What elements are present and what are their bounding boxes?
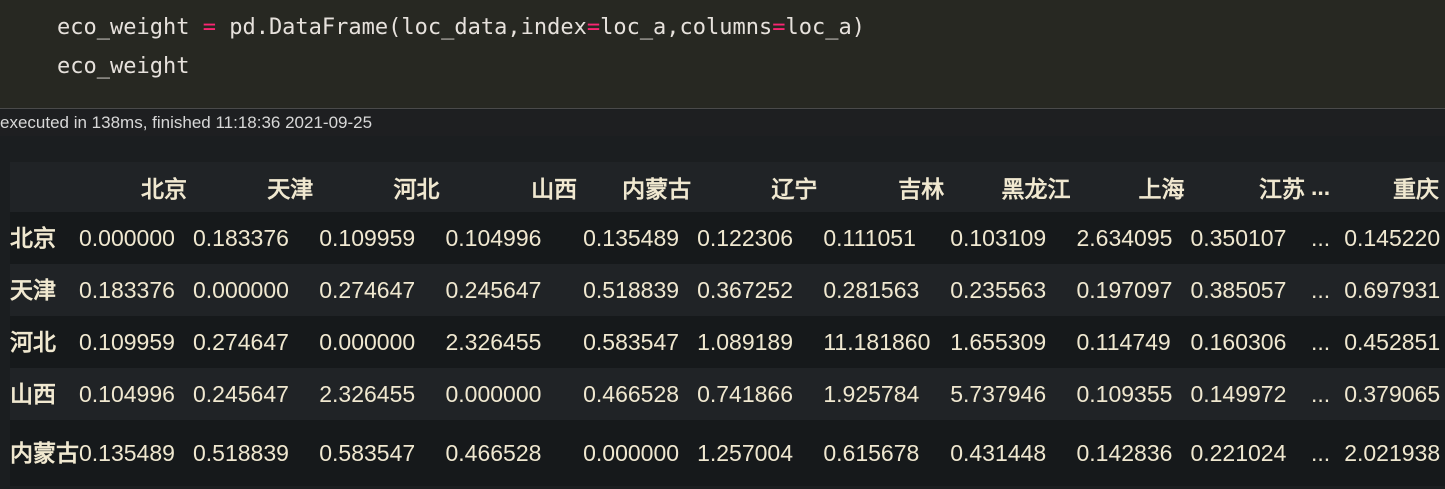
table-cell: 1.925784 bbox=[823, 380, 920, 407]
code-operator: = bbox=[772, 15, 786, 40]
table-cell: 0.245647 bbox=[445, 276, 542, 303]
index-header bbox=[10, 162, 79, 212]
table-cell: 0.103109 bbox=[950, 224, 1047, 251]
table-cell: 0.000000 bbox=[192, 276, 289, 303]
dataframe-table: 北京 天津 河北 山西 内蒙古 辽宁 吉林 黑龙江 上海 江苏 ... 重庆 北… bbox=[10, 162, 1445, 486]
row-index-label: 河北 bbox=[10, 328, 56, 355]
table-cell: 0.615678 bbox=[823, 439, 920, 466]
table-cell: 0.135489 bbox=[79, 439, 175, 466]
table-cell: 1.257004 bbox=[697, 439, 794, 466]
table-cell: 0.741866 bbox=[697, 380, 794, 407]
table-cell: 0.000000 bbox=[79, 224, 175, 251]
table-cell: 0.367252 bbox=[697, 276, 794, 303]
table-cell: 0.000000 bbox=[445, 380, 542, 407]
table-cell: 0.281563 bbox=[823, 276, 920, 303]
table-cell: 5.737946 bbox=[950, 380, 1047, 407]
table-row: 山西 0.104996 0.245647 2.326455 0.000000 0.4665… bbox=[10, 368, 1445, 420]
table-cell: 0.114749 bbox=[1076, 328, 1171, 355]
table-cell: 0.160306 bbox=[1190, 328, 1287, 355]
table-cell: 0.697931 bbox=[1344, 276, 1441, 303]
column-header: 重庆 bbox=[1393, 176, 1439, 202]
table-cell: 0.235563 bbox=[950, 276, 1047, 303]
table-cell: 0.183376 bbox=[79, 276, 175, 303]
code-line-2: eco_weight bbox=[57, 54, 190, 79]
table-cell: 0.431448 bbox=[950, 439, 1047, 466]
column-header: 江苏 bbox=[1259, 176, 1306, 202]
cell-output: 北京 天津 河北 山西 内蒙古 辽宁 吉林 黑龙江 上海 江苏 ... 重庆 北… bbox=[0, 136, 1445, 489]
table-cell: 0.145220 bbox=[1344, 224, 1441, 251]
table-cell-ellipsis: ... bbox=[1311, 276, 1331, 303]
column-header: 天津 bbox=[267, 176, 314, 202]
row-index-label: 天津 bbox=[10, 276, 56, 303]
table-cell: 0.221024 bbox=[1190, 439, 1287, 466]
column-header: 内蒙古 bbox=[622, 176, 692, 202]
table-cell: 0.583547 bbox=[319, 439, 416, 466]
column-header: 河北 bbox=[393, 176, 440, 202]
row-index-label: 内蒙古 bbox=[10, 439, 79, 466]
table-cell: 0.142836 bbox=[1076, 439, 1173, 466]
table-cell: 0.518839 bbox=[583, 276, 680, 303]
row-index-label: 山西 bbox=[10, 380, 56, 407]
code-token: loc_a) bbox=[785, 15, 865, 40]
table-header-row: 北京 天津 河北 山西 内蒙古 辽宁 吉林 黑龙江 上海 江苏 ... 重庆 bbox=[10, 162, 1445, 212]
table-cell-ellipsis: ... bbox=[1311, 328, 1331, 355]
column-header: 北京 bbox=[140, 176, 187, 202]
table-cell-ellipsis: ... bbox=[1311, 439, 1331, 466]
table-cell: 0.274647 bbox=[192, 328, 289, 355]
table-cell: 0.583547 bbox=[583, 328, 680, 355]
column-header: 上海 bbox=[1138, 176, 1185, 202]
table-cell: 0.274647 bbox=[319, 276, 416, 303]
code-token: loc_a,columns bbox=[600, 15, 773, 40]
table-cell: 0.104996 bbox=[79, 380, 175, 407]
table-cell: 2.326455 bbox=[319, 380, 416, 407]
column-header: 山西 bbox=[531, 176, 578, 202]
table-cell: 0.135489 bbox=[583, 224, 680, 251]
table-cell: 0.183376 bbox=[192, 224, 289, 251]
table-cell: 0.197097 bbox=[1076, 276, 1173, 303]
table-cell-ellipsis: ... bbox=[1311, 224, 1331, 251]
table-cell: 1.655309 bbox=[950, 328, 1047, 355]
table-cell: 0.350107 bbox=[1190, 224, 1287, 251]
table-cell: 0.149972 bbox=[1190, 380, 1287, 407]
code-cell[interactable]: eco_weight = pd.DataFrame(loc_data,index… bbox=[0, 0, 1445, 109]
table-row: 内蒙古 0.135489 0.518839 0.583547 0.466528 0.000… bbox=[10, 420, 1445, 486]
table-cell: 0.379065 bbox=[1344, 380, 1441, 407]
code-operator: = bbox=[202, 15, 216, 40]
column-header: 吉林 bbox=[898, 176, 945, 202]
code-operator: = bbox=[586, 15, 601, 40]
table-cell: 0.111051 bbox=[823, 224, 916, 251]
table-cell: 11.181860 bbox=[823, 328, 931, 355]
column-header: 黑龙江 bbox=[1001, 176, 1071, 202]
table-row: 天津 0.183376 0.000000 0.274647 0.245647 0.5188… bbox=[10, 264, 1445, 316]
table-cell: 2.326455 bbox=[445, 328, 542, 355]
table-cell: 0.109355 bbox=[1076, 380, 1173, 407]
table-cell: 0.452851 bbox=[1344, 328, 1441, 355]
table-cell: 0.466528 bbox=[583, 380, 680, 407]
table-cell-ellipsis: ... bbox=[1311, 380, 1331, 407]
row-index-label: 北京 bbox=[10, 224, 56, 251]
table-cell: 0.385057 bbox=[1190, 276, 1287, 303]
table-cell: 1.089189 bbox=[697, 328, 794, 355]
code-token: eco_weight bbox=[57, 15, 190, 40]
table-cell: 0.466528 bbox=[445, 439, 542, 466]
code-line-1: eco_weight = pd.DataFrame(loc_data,index… bbox=[57, 13, 865, 43]
table-cell: 0.104996 bbox=[445, 224, 542, 251]
table-cell: 0.245647 bbox=[192, 380, 289, 407]
table-cell: 0.000000 bbox=[583, 439, 680, 466]
column-header: 辽宁 bbox=[771, 176, 818, 202]
code-token: pd.DataFrame(loc_data,index bbox=[229, 15, 587, 40]
table-cell: 0.109959 bbox=[319, 224, 416, 251]
table-row: 北京 0.000000 0.183376 0.109959 0.104996 0.1354… bbox=[10, 212, 1445, 264]
execution-status: executed in 138ms, finished 11:18:36 202… bbox=[0, 110, 1445, 136]
column-header-ellipsis: ... bbox=[1311, 173, 1331, 200]
table-cell: 0.109959 bbox=[79, 328, 175, 355]
table-cell: 0.000000 bbox=[319, 328, 416, 355]
table-row: 河北 0.109959 0.274647 0.000000 2.326455 0.5835… bbox=[10, 316, 1445, 368]
table-cell: 2.021938 bbox=[1344, 439, 1441, 466]
table-cell: 0.518839 bbox=[192, 439, 289, 466]
table-cell: 0.122306 bbox=[697, 224, 794, 251]
table-cell: 2.634095 bbox=[1076, 224, 1173, 251]
